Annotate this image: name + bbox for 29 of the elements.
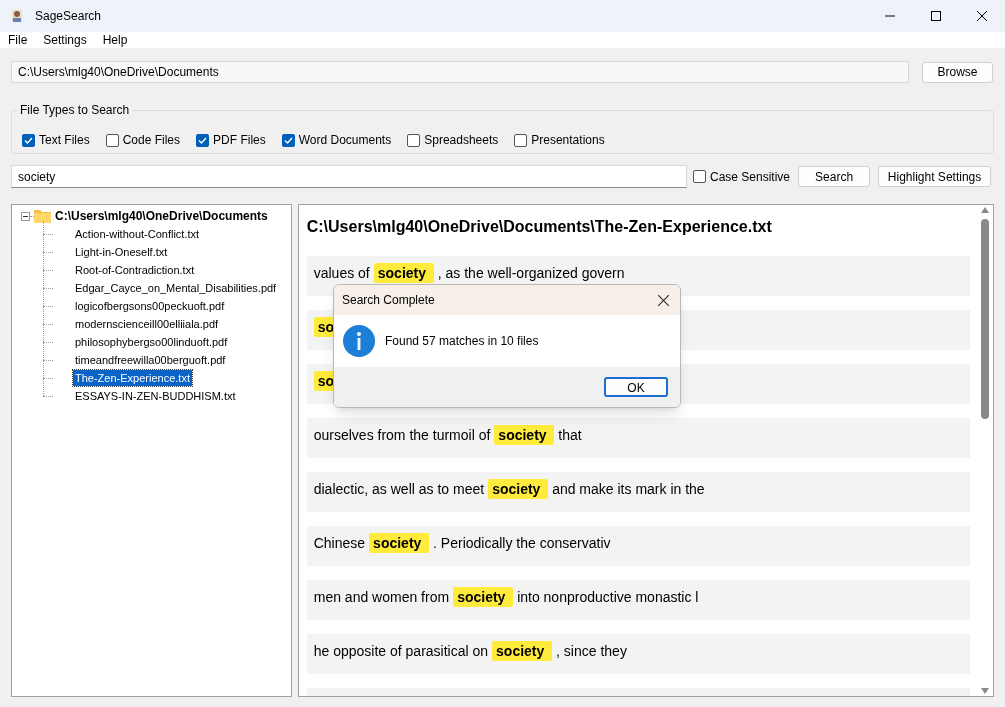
checkbox-label: Case Sensitive — [710, 168, 791, 186]
match-text: ourselves from the turmoil of — [313, 426, 491, 445]
match-text: . Periodically the conservativ — [433, 534, 611, 553]
window-title: SageSearch — [35, 8, 102, 25]
match-text: dialectic, as well as to meet — [313, 480, 485, 499]
match-text: values of — [313, 264, 370, 283]
checkbox-label: Presentations — [531, 132, 605, 149]
match-highlight: society — [488, 479, 549, 499]
match-highlight: society — [492, 641, 553, 661]
match-text: , as the well-organized govern — [437, 264, 625, 283]
match-highlight: society — [369, 533, 430, 553]
checkbox-label: PDF Files — [213, 132, 266, 149]
match-text: and make its mark in the — [552, 480, 705, 499]
match-highlight: society — [373, 263, 434, 283]
checkbox-label: Text Files — [39, 132, 90, 149]
match-text: Chinese — [313, 534, 366, 553]
group-title: File Types to Search — [17, 103, 133, 117]
match-text: into nonproductive monastic l — [517, 588, 699, 607]
match-text: men and women from — [313, 588, 450, 607]
dialog-message: Found 57 matches in 10 files — [385, 333, 539, 350]
match-text: that — [558, 426, 582, 445]
checkbox-label: Word Documents — [298, 132, 392, 149]
results-title: C:\Users\mlg40\OneDrive\Documents\The-Zen-Experience.txt — [306, 217, 773, 237]
match-highlight: society — [494, 425, 555, 445]
checkbox-label: Spreadsheets — [424, 132, 499, 149]
match-highlight: society — [453, 587, 514, 607]
checkbox-label: Code Files — [122, 132, 181, 149]
match-text: , since they — [556, 642, 627, 661]
match-text: he opposite of parasitical on — [313, 642, 489, 661]
